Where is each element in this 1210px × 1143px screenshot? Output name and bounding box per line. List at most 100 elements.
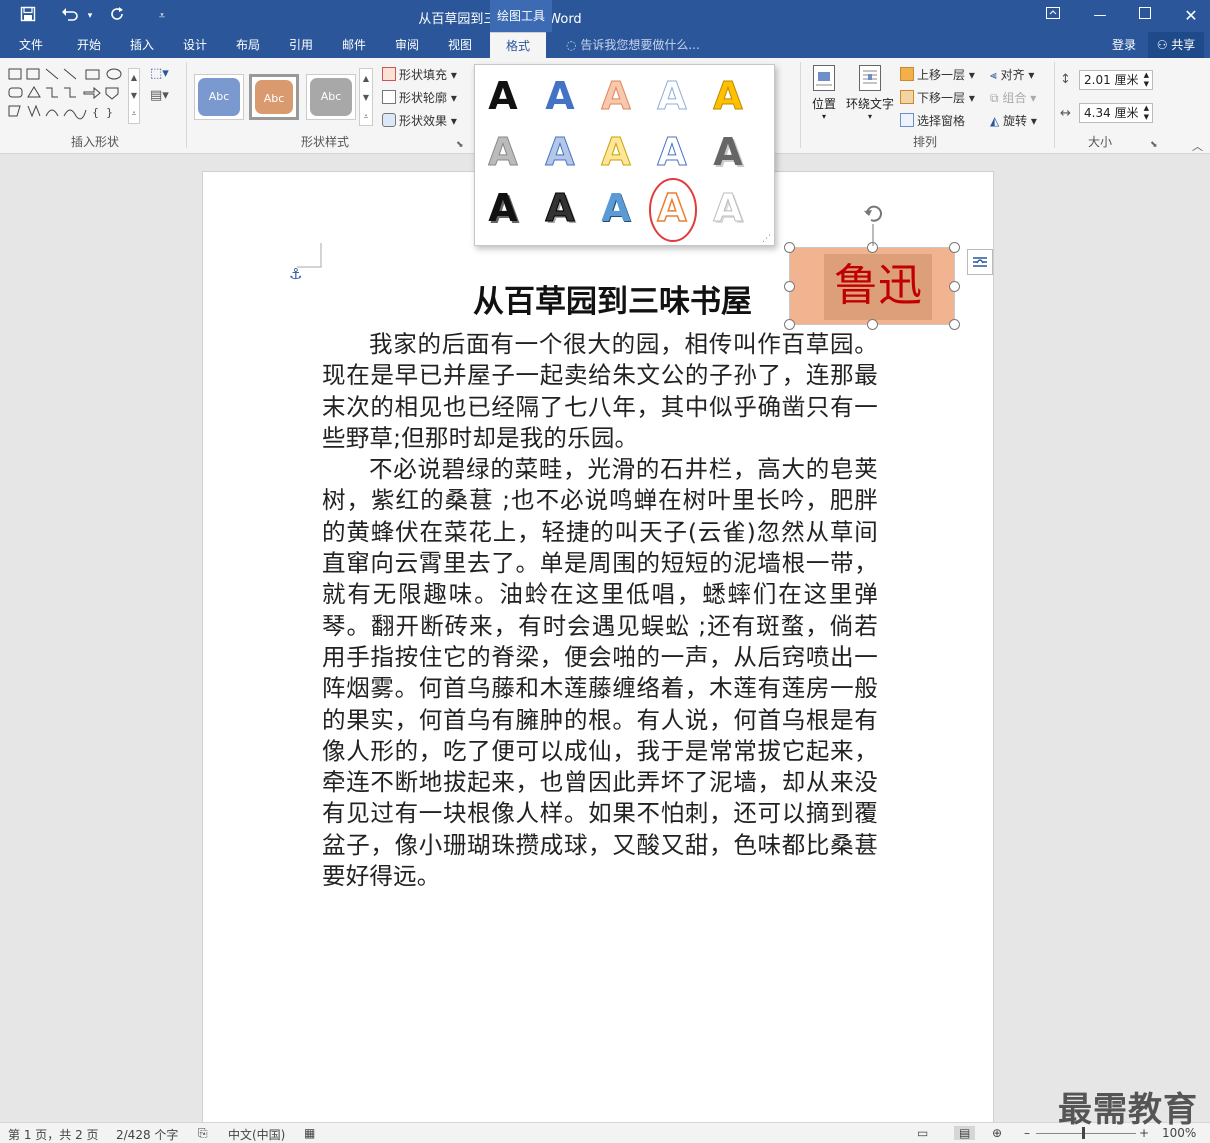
- page-count[interactable]: 第 1 页，共 2 页: [8, 1126, 99, 1143]
- maximize-icon[interactable]: [1130, 4, 1160, 28]
- wordart-style-white-shadow[interactable]: A: [708, 185, 748, 231]
- tab-insert[interactable]: 插入: [123, 32, 161, 58]
- gallery-resize-grip-icon[interactable]: ⋰: [762, 234, 771, 244]
- tab-references[interactable]: 引用: [282, 32, 320, 58]
- layout-options-icon[interactable]: [967, 249, 993, 275]
- tab-layout[interactable]: 布局: [229, 32, 267, 58]
- resize-handle-bottom[interactable]: [867, 319, 878, 330]
- size-launcher-icon[interactable]: ⬊: [1150, 140, 1158, 150]
- shapes-more-icon[interactable]: ▲ ▼ ⩡: [128, 68, 140, 124]
- language-status[interactable]: 中文(中国): [228, 1126, 285, 1143]
- tab-design[interactable]: 设计: [176, 32, 214, 58]
- group-label: 组合: [1002, 91, 1027, 105]
- shape-style-blue[interactable]: Abc: [194, 74, 244, 120]
- shape-styles-launcher-icon[interactable]: ⬊: [456, 140, 464, 150]
- width-spinner-icon[interactable]: ▲ ▼: [1144, 104, 1149, 122]
- align-icon: ⫷: [990, 68, 1001, 82]
- shape-style-gray[interactable]: Abc: [306, 74, 356, 120]
- resize-handle-right[interactable]: [949, 281, 960, 292]
- shapes-gallery[interactable]: {}: [6, 66, 142, 126]
- wordart-style-gold[interactable]: A: [708, 73, 748, 119]
- wordart-style-blue-white[interactable]: A: [652, 129, 692, 175]
- wordart-styles-gallery: A A A A A A A A A A A A A A A ⋰: [474, 64, 775, 246]
- tab-home[interactable]: 开始: [70, 32, 108, 58]
- wordart-style-light-blue-outline[interactable]: A: [652, 73, 692, 119]
- shape-text[interactable]: 鲁迅: [824, 254, 932, 320]
- tab-review[interactable]: 审阅: [388, 32, 426, 58]
- login-link[interactable]: 登录: [1106, 32, 1142, 58]
- wordart-style-dark-gray-shadow[interactable]: A: [708, 129, 748, 175]
- resize-handle-bottom-left[interactable]: [784, 319, 795, 330]
- send-backward-button[interactable]: 下移一层 ▾: [900, 89, 975, 106]
- selection-pane-button[interactable]: 选择窗格: [900, 112, 965, 129]
- web-layout-icon[interactable]: ⊕: [992, 1126, 1002, 1140]
- close-icon[interactable]: ✕: [1176, 4, 1206, 28]
- highlight-circle: [649, 178, 697, 242]
- document-body[interactable]: 我家的后面有一个很大的园，相传叫作百草园。现在是早已并屋子一起卖给朱文公的子孙了…: [322, 329, 878, 892]
- margin-corner-mark: [297, 243, 322, 268]
- wordart-style-yellow[interactable]: A: [596, 129, 636, 175]
- proofing-icon[interactable]: ⎘: [198, 1126, 208, 1141]
- wordart-style-orange-outline[interactable]: A: [596, 73, 636, 119]
- tell-me-text: 告诉我您想要做什么...: [580, 38, 700, 52]
- height-spinner-icon[interactable]: ▲ ▼: [1144, 71, 1149, 89]
- rotate-button[interactable]: ◭ 旋转 ▾: [990, 112, 1037, 129]
- tab-file[interactable]: 文件: [12, 32, 50, 58]
- send-backward-icon: [900, 90, 914, 104]
- height-icon: ↕: [1060, 72, 1071, 87]
- ribbon-display-icon[interactable]: [1038, 4, 1068, 28]
- group-button[interactable]: ⧉ 组合 ▾: [990, 89, 1036, 106]
- print-layout-icon[interactable]: ▤: [954, 1126, 976, 1140]
- tab-format[interactable]: 格式: [490, 32, 546, 58]
- share-label: 共享: [1171, 38, 1196, 52]
- word-count[interactable]: 2/428 个字: [116, 1126, 178, 1143]
- width-icon: ↔: [1060, 106, 1071, 121]
- resize-handle-top-right[interactable]: [949, 242, 960, 253]
- resize-handle-top-left[interactable]: [784, 242, 795, 253]
- wordart-style-black-shadow[interactable]: A: [483, 185, 523, 231]
- document-heading: 从百草园到三味书屋: [473, 284, 752, 320]
- shape-fill-label: 形状填充: [399, 68, 448, 82]
- wordart-style-gray[interactable]: A: [483, 129, 523, 175]
- position-button[interactable]: 位置 ▾: [806, 64, 842, 128]
- shape-effects-button[interactable]: 形状效果 ▾: [382, 112, 457, 129]
- shape-style-orange-label: Abc: [255, 80, 293, 114]
- tab-view[interactable]: 视图: [441, 32, 479, 58]
- rotate-label: 旋转: [1003, 114, 1028, 128]
- wordart-style-blue-reflect[interactable]: A: [540, 129, 580, 175]
- style-gallery-scroll[interactable]: ▲ ▼ ⩡: [359, 68, 373, 126]
- wordart-style-blue[interactable]: A: [540, 73, 580, 119]
- collapse-ribbon-icon[interactable]: ︿: [1192, 138, 1203, 154]
- zoom-out-icon[interactable]: –: [1024, 1126, 1030, 1140]
- macro-icon[interactable]: ▦: [304, 1126, 315, 1140]
- zoom-slider-track[interactable]: [1036, 1133, 1136, 1134]
- tell-me-box[interactable]: ◌ 告诉我您想要做什么...: [566, 32, 700, 58]
- shape-style-orange[interactable]: Abc: [249, 74, 299, 120]
- align-button[interactable]: ⫷ 对齐 ▾: [990, 66, 1034, 83]
- selection-pane-icon: [900, 113, 914, 127]
- wrap-text-button[interactable]: 环绕文字 ▾: [845, 64, 895, 128]
- wordart-style-black[interactable]: A: [483, 73, 523, 119]
- minimize-icon[interactable]: —: [1085, 4, 1115, 28]
- text-box-icon[interactable]: ▤▾: [150, 88, 178, 106]
- resize-handle-left[interactable]: [784, 281, 795, 292]
- rotate-handle-icon[interactable]: [861, 202, 887, 250]
- share-button[interactable]: ⚇ 共享: [1148, 32, 1204, 58]
- title-bar: ▾ ⩡ 从百草园到三味书屋 - Word 绘图工具 — ✕: [0, 0, 1210, 32]
- wordart-style-blue-bevel[interactable]: A: [596, 185, 636, 231]
- shape-height-input[interactable]: 2.01 厘米 ▲ ▼: [1079, 70, 1153, 90]
- resize-handle-bottom-right[interactable]: [949, 319, 960, 330]
- read-mode-icon[interactable]: ▭: [917, 1126, 928, 1140]
- wrap-text-icon: [859, 65, 881, 91]
- position-icon: [813, 65, 835, 91]
- shape-outline-button[interactable]: 形状轮廓 ▾: [382, 89, 457, 106]
- bring-forward-label: 上移一层: [917, 68, 966, 82]
- shape-width-input[interactable]: 4.34 厘米 ▲ ▼: [1079, 103, 1153, 123]
- edit-shape-icon[interactable]: ⬚▾: [150, 66, 178, 84]
- selected-text-shape[interactable]: 鲁迅: [789, 247, 955, 325]
- shape-fill-button[interactable]: 形状填充 ▾: [382, 66, 457, 83]
- tab-mailings[interactable]: 邮件: [335, 32, 373, 58]
- rotate-icon: ◭: [990, 114, 1004, 128]
- bring-forward-button[interactable]: 上移一层 ▾: [900, 66, 975, 83]
- wordart-style-dark-bevel[interactable]: A: [540, 185, 580, 231]
